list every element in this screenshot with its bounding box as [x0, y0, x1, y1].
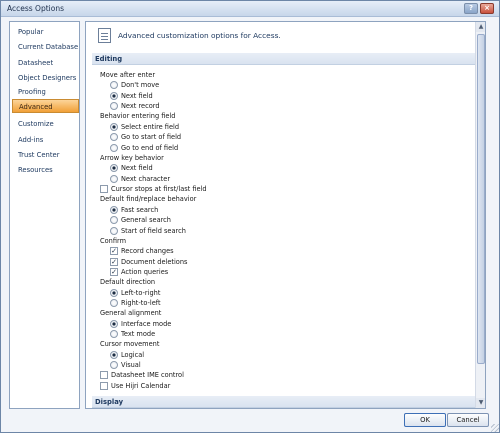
options-sidebar: Popular Current Database Datasheet Objec…: [9, 21, 80, 409]
radio-button[interactable]: [110, 144, 118, 152]
checkbox[interactable]: [100, 382, 108, 390]
radio-button[interactable]: [110, 81, 118, 89]
sidebar-item-proofing[interactable]: Proofing: [12, 85, 79, 99]
sidebar-item-current-database[interactable]: Current Database: [12, 40, 79, 54]
help-icon[interactable]: ?: [464, 3, 478, 14]
radio-button-selected[interactable]: [110, 123, 118, 131]
sidebar-item-trust-center[interactable]: Trust Center: [12, 148, 79, 162]
radio-button[interactable]: [110, 330, 118, 338]
radio-button[interactable]: [110, 216, 118, 224]
checkbox-checked[interactable]: ✓: [110, 247, 118, 255]
radio-button[interactable]: [110, 299, 118, 307]
radio-button[interactable]: [110, 175, 118, 183]
vertical-scrollbar[interactable]: ▲ ▼: [475, 22, 485, 408]
radio-button-selected[interactable]: [110, 351, 118, 359]
radio-button[interactable]: [110, 133, 118, 141]
checkbox[interactable]: [100, 185, 108, 193]
group-label-arrow-key-behavior: Arrow key behavior: [100, 154, 164, 162]
checkbox-checked[interactable]: ✓: [110, 268, 118, 276]
sidebar-item-datasheet[interactable]: Datasheet: [12, 56, 79, 70]
radio-button-selected[interactable]: [110, 164, 118, 172]
group-label-behavior-entering-field: Behavior entering field: [100, 112, 176, 120]
sidebar-item-popular[interactable]: Popular: [12, 25, 79, 39]
document-options-icon: [98, 28, 111, 43]
radio-button-selected[interactable]: [110, 320, 118, 328]
radio-button-selected[interactable]: [110, 289, 118, 297]
sidebar-item-advanced[interactable]: Advanced: [12, 99, 79, 113]
radio-button-selected[interactable]: [110, 92, 118, 100]
close-icon[interactable]: ×: [480, 3, 494, 14]
sidebar-item-customize[interactable]: Customize: [12, 117, 79, 131]
radio-button[interactable]: [110, 102, 118, 110]
sidebar-item-object-designers[interactable]: Object Designers: [12, 71, 79, 85]
group-label-default-direction: Default direction: [100, 278, 156, 286]
group-label-move-after-enter: Move after enter: [100, 71, 156, 79]
access-options-dialog: Access Options ? × Popular Current Datab…: [0, 0, 500, 433]
cancel-button[interactable]: Cancel: [447, 413, 489, 427]
resize-grip-icon[interactable]: [491, 424, 499, 432]
ok-button[interactable]: OK: [404, 413, 446, 427]
group-label-confirm: Confirm: [100, 237, 126, 245]
radio-button[interactable]: [110, 361, 118, 369]
checkbox-checked[interactable]: ✓: [110, 258, 118, 266]
content-header: Advanced customization options for Acces…: [86, 22, 485, 48]
title-bar: Access Options ? ×: [1, 1, 499, 17]
scroll-up-icon[interactable]: ▲: [476, 22, 485, 32]
scroll-thumb[interactable]: [477, 34, 485, 364]
checkbox[interactable]: [100, 371, 108, 379]
section-header-display: Display: [92, 396, 477, 408]
group-label-cursor-movement: Cursor movement: [100, 340, 160, 348]
section-header-editing: Editing: [92, 53, 477, 65]
options-content-panel: Advanced customization options for Acces…: [85, 21, 486, 409]
window-title: Access Options: [7, 4, 64, 13]
scroll-down-icon[interactable]: ▼: [476, 398, 485, 408]
group-label-general-alignment: General alignment: [100, 309, 162, 317]
radio-button-selected[interactable]: [110, 206, 118, 214]
sidebar-item-resources[interactable]: Resources: [12, 163, 79, 177]
sidebar-item-add-ins[interactable]: Add-ins: [12, 133, 79, 147]
content-header-text: Advanced customization options for Acces…: [118, 31, 281, 40]
group-label-find-replace: Default find/replace behavior: [100, 195, 197, 203]
radio-button[interactable]: [110, 227, 118, 235]
